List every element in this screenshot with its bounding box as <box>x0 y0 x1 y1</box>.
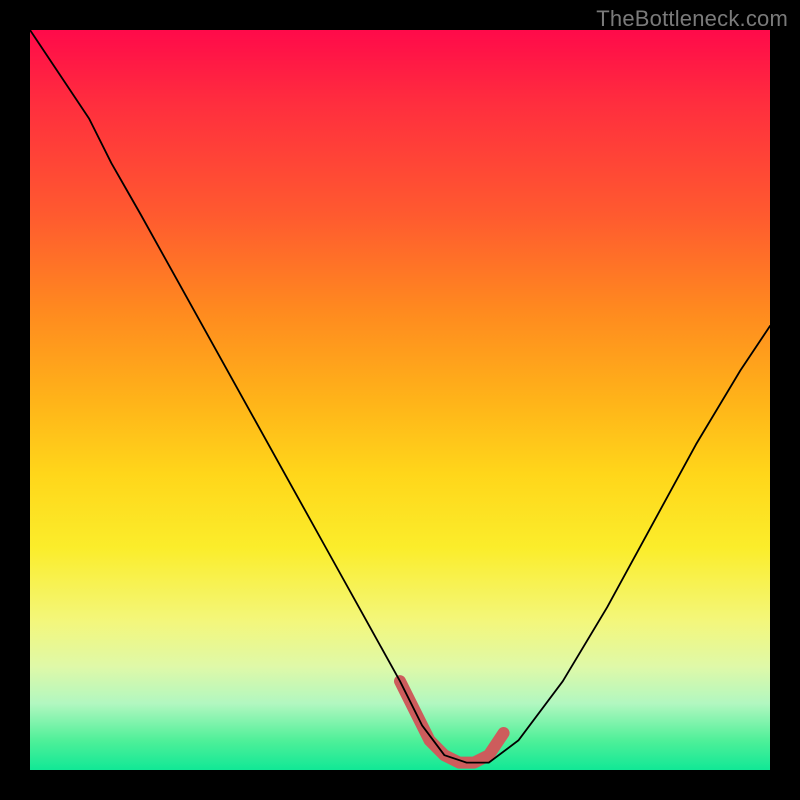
watermark-text: TheBottleneck.com <box>596 6 788 32</box>
curve-layer <box>30 30 770 770</box>
chart-frame: TheBottleneck.com <box>0 0 800 800</box>
plot-area <box>30 30 770 770</box>
bottleneck-curve <box>30 30 770 763</box>
